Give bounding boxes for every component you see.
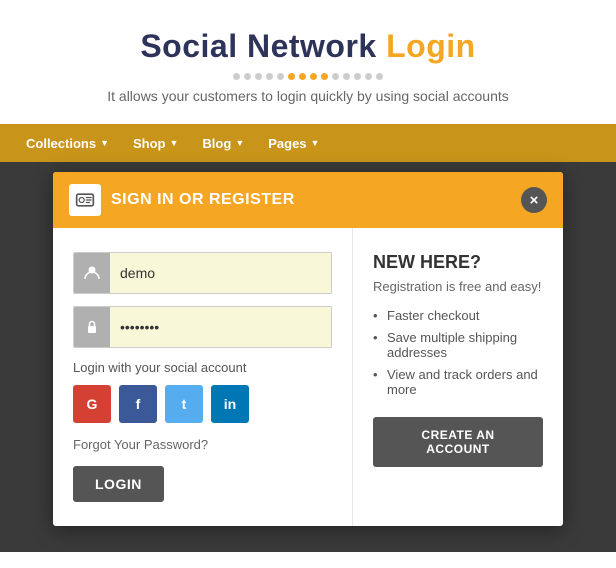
new-here-title: NEW HERE? [373, 252, 543, 273]
linkedin-login-button[interactable]: in [211, 385, 249, 423]
twitter-login-button[interactable]: t [165, 385, 203, 423]
create-account-button[interactable]: CREATE AN ACCOUNT [373, 417, 543, 467]
login-button[interactable]: LOGIN [73, 466, 164, 502]
nav-item-shop[interactable]: Shop ▼ [123, 130, 188, 157]
dot-1 [233, 73, 240, 80]
nav-label-pages: Pages [268, 136, 306, 151]
nav-label-collections: Collections [26, 136, 96, 151]
dot-10 [332, 73, 339, 80]
navbar: Collections ▼ Shop ▼ Blog ▼ Pages ▼ [0, 124, 616, 162]
modal-left-panel: Login with your social account G f t in … [53, 228, 353, 526]
title-part1: Social Network [140, 28, 376, 64]
chevron-down-icon: ▼ [100, 138, 109, 148]
dot-12 [354, 73, 361, 80]
background-area: SIGN IN OR REGISTER × [0, 162, 616, 552]
password-input-group [73, 306, 332, 348]
dot-3 [255, 73, 262, 80]
forgot-password-link[interactable]: Forgot Your Password? [73, 437, 332, 452]
nav-item-pages[interactable]: Pages ▼ [258, 130, 329, 157]
chevron-down-icon: ▼ [311, 138, 320, 148]
user-card-icon [75, 190, 95, 210]
new-here-subtitle: Registration is free and easy! [373, 279, 543, 294]
nav-label-blog: Blog [202, 136, 231, 151]
login-modal: SIGN IN OR REGISTER × [53, 172, 563, 526]
modal-title: SIGN IN OR REGISTER [111, 191, 295, 209]
dot-7 [299, 73, 306, 80]
modal-right-panel: NEW HERE? Registration is free and easy!… [353, 228, 563, 526]
google-login-button[interactable]: G [73, 385, 111, 423]
dot-13 [365, 73, 372, 80]
chevron-down-icon: ▼ [235, 138, 244, 148]
nav-item-blog[interactable]: Blog ▼ [192, 130, 254, 157]
decorative-dots [20, 73, 596, 80]
dot-6 [288, 73, 295, 80]
chevron-down-icon: ▼ [170, 138, 179, 148]
modal-header-left: SIGN IN OR REGISTER [69, 184, 295, 216]
header-section: Social Network Login It allows your cust… [0, 0, 616, 124]
nav-label-shop: Shop [133, 136, 166, 151]
dot-4 [266, 73, 273, 80]
modal-body: Login with your social account G f t in … [53, 228, 563, 526]
dot-9 [321, 73, 328, 80]
lock-icon [74, 307, 110, 347]
page-title: Social Network Login [20, 28, 596, 65]
social-buttons-group: G f t in [73, 385, 332, 423]
username-input[interactable] [110, 253, 331, 293]
modal-header: SIGN IN OR REGISTER × [53, 172, 563, 228]
dot-14 [376, 73, 383, 80]
dot-11 [343, 73, 350, 80]
nav-item-collections[interactable]: Collections ▼ [16, 130, 119, 157]
password-input[interactable] [110, 307, 331, 347]
benefit-list: Faster checkout Save multiple shipping a… [373, 308, 543, 397]
facebook-login-button[interactable]: f [119, 385, 157, 423]
dot-8 [310, 73, 317, 80]
username-input-group [73, 252, 332, 294]
benefit-item-1: Faster checkout [373, 308, 543, 323]
modal-icon [69, 184, 101, 216]
header-subtitle: It allows your customers to login quickl… [20, 88, 596, 104]
close-button[interactable]: × [521, 187, 547, 213]
dot-2 [244, 73, 251, 80]
social-label: Login with your social account [73, 360, 332, 375]
benefit-item-2: Save multiple shipping addresses [373, 330, 543, 360]
benefit-item-3: View and track orders and more [373, 367, 543, 397]
user-icon [74, 253, 110, 293]
dot-5 [277, 73, 284, 80]
title-part2: Login [386, 28, 476, 64]
